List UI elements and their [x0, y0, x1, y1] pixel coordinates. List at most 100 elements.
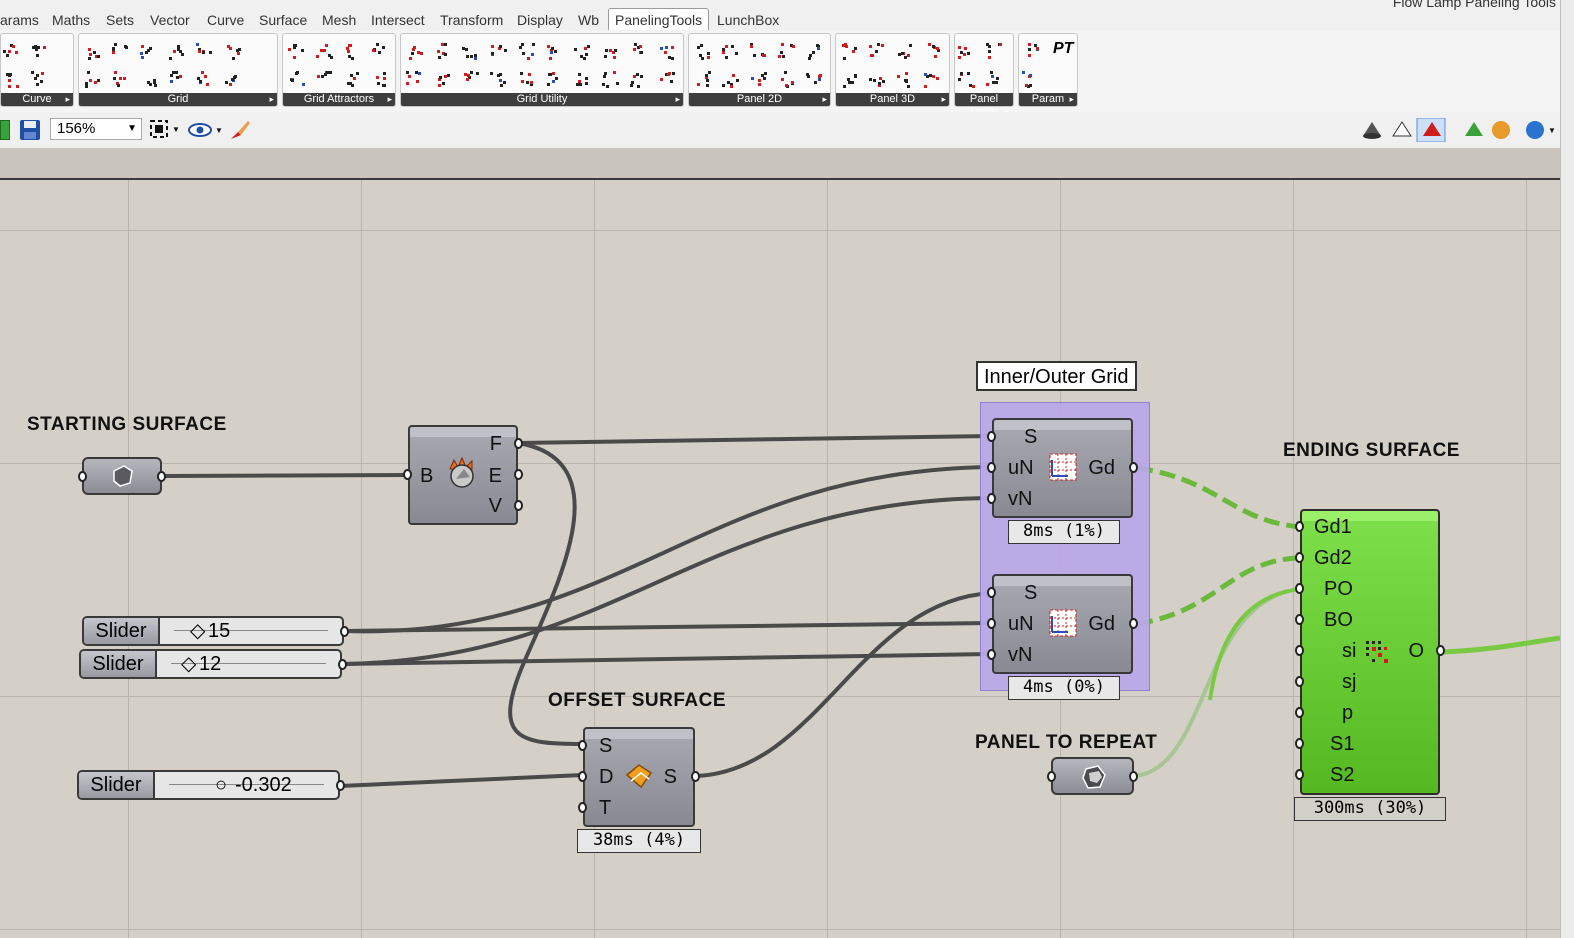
deconstruct-brep-node[interactable]: B F E V: [403, 425, 523, 525]
ribbon-tool-icon[interactable]: [658, 71, 676, 89]
number-slider-v[interactable]: Slider ◇ 12: [79, 649, 347, 679]
ribbon-tool-icon[interactable]: [778, 43, 796, 61]
slider-grip-icon[interactable]: ◇: [181, 651, 196, 677]
output-port[interactable]: [340, 626, 349, 637]
ribbon-tool-icon[interactable]: [778, 71, 796, 89]
tab-sets[interactable]: Sets: [106, 12, 134, 28]
ribbon-tool-icon[interactable]: [344, 43, 362, 61]
save-icon[interactable]: [18, 118, 42, 142]
group-label[interactable]: Panel 3D: [836, 93, 949, 106]
ribbon-tool-icon[interactable]: [958, 43, 976, 61]
input-port[interactable]: [78, 471, 87, 482]
ribbon-tool-icon[interactable]: [2, 43, 20, 61]
tab-intersect[interactable]: Intersect: [371, 12, 425, 28]
ribbon-tool-icon[interactable]: [84, 43, 102, 61]
ribbon-tool-icon[interactable]: [630, 71, 648, 89]
output-port-gd[interactable]: [1129, 462, 1138, 473]
output-port[interactable]: [1129, 771, 1138, 782]
ribbon-tool-icon[interactable]: [288, 71, 306, 89]
preview-eye-icon[interactable]: ▼: [188, 120, 224, 140]
ribbon-tool-icon[interactable]: [1022, 43, 1040, 61]
output-port-o[interactable]: [1436, 645, 1445, 656]
ribbon-tool-icon[interactable]: [546, 71, 564, 89]
ribbon-tool-icon[interactable]: [112, 43, 130, 61]
ribbon-tool-icon[interactable]: [224, 71, 242, 89]
sketch-brush-icon[interactable]: [228, 118, 252, 142]
ribbon-tool-icon[interactable]: [434, 43, 452, 61]
ribbon-tool-icon[interactable]: [1022, 71, 1040, 89]
tab-curve[interactable]: Curve: [207, 12, 244, 28]
ribbon-tool-icon[interactable]: [958, 71, 976, 89]
ribbon-tool-icon[interactable]: [574, 71, 592, 89]
pt-icon[interactable]: PT: [1053, 40, 1073, 58]
input-port-gd2[interactable]: [1295, 552, 1304, 563]
tab-maths[interactable]: Maths: [52, 12, 90, 28]
input-port-vn[interactable]: [987, 493, 996, 504]
group-label[interactable]: Panel Utility: [955, 93, 1013, 119]
output-port-f[interactable]: [514, 438, 523, 449]
group-label[interactable]: Grid Utility: [401, 93, 683, 106]
brep-param-panel-to-repeat[interactable]: [1047, 757, 1138, 795]
input-port-s[interactable]: [578, 740, 587, 751]
ribbon-tool-icon[interactable]: [490, 43, 508, 61]
ribbon-tool-icon[interactable]: [168, 43, 186, 61]
ribbon-tool-icon[interactable]: [518, 71, 536, 89]
tab-panelingtools[interactable]: PanelingTools: [608, 8, 710, 31]
ribbon-tool-icon[interactable]: [140, 71, 158, 89]
ribbon-tool-icon[interactable]: [288, 43, 306, 61]
ribbon-tool-icon[interactable]: [868, 71, 886, 89]
ribbon-tool-icon[interactable]: [168, 71, 186, 89]
ribbon-tool-icon[interactable]: [406, 43, 424, 61]
input-port-s[interactable]: [987, 587, 996, 598]
ribbon-tool-icon[interactable]: [30, 71, 48, 89]
ribbon-tool-icon[interactable]: [750, 71, 768, 89]
ribbon-tool-icon[interactable]: [546, 43, 564, 61]
input-port-b[interactable]: [403, 469, 412, 480]
ribbon-tool-icon[interactable]: [112, 71, 130, 89]
group-label[interactable]: Curve: [1, 93, 73, 106]
output-port-e[interactable]: [514, 469, 523, 480]
input-port-vn[interactable]: [987, 649, 996, 660]
input-port-s2[interactable]: [1295, 769, 1304, 780]
ribbon-tool-icon[interactable]: [924, 43, 942, 61]
ribbon-tool-icon[interactable]: [372, 71, 390, 89]
group-label[interactable]: Panel 2D: [689, 93, 830, 106]
new-document-icon[interactable]: [0, 120, 10, 140]
input-port-un[interactable]: [987, 618, 996, 629]
output-port[interactable]: [336, 780, 345, 791]
ribbon-tool-icon[interactable]: [316, 71, 334, 89]
ribbon-tool-icon[interactable]: [924, 71, 942, 89]
ribbon-tool-icon[interactable]: [658, 43, 676, 61]
input-port-sj[interactable]: [1295, 676, 1304, 687]
ribbon-tool-icon[interactable]: [406, 71, 424, 89]
input-port[interactable]: [1047, 771, 1056, 782]
tab-transform[interactable]: Transform: [440, 12, 503, 28]
zoom-dropdown[interactable]: 156% ▼: [50, 118, 142, 140]
tab-display[interactable]: Display: [517, 12, 563, 28]
ribbon-tool-icon[interactable]: [434, 71, 452, 89]
ribbon-tool-icon[interactable]: [868, 43, 886, 61]
ribbon-tool-icon[interactable]: [806, 71, 824, 89]
morph-3d-panel-node[interactable]: Gd1 Gd2 PO BO si sj p S1 S2 O: [1295, 509, 1445, 795]
surface-param-starting[interactable]: [78, 457, 166, 495]
input-port-s1[interactable]: [1295, 738, 1304, 749]
input-port-bo[interactable]: [1295, 614, 1304, 625]
ribbon-tool-icon[interactable]: [140, 43, 158, 61]
output-port-gd[interactable]: [1129, 618, 1138, 629]
ribbon-tool-icon[interactable]: [722, 71, 740, 89]
tab-lunchbox[interactable]: LunchBox: [717, 12, 779, 28]
ribbon-tool-icon[interactable]: [518, 43, 536, 61]
input-port-si[interactable]: [1295, 645, 1304, 656]
ribbon-tool-icon[interactable]: [30, 43, 48, 61]
zoom-extents-icon[interactable]: ▼: [150, 120, 182, 140]
ribbon-tool-icon[interactable]: [490, 71, 508, 89]
ribbon-tool-icon[interactable]: [896, 43, 914, 61]
tab-surface[interactable]: Surface: [259, 12, 307, 28]
vertical-scrollbar[interactable]: [1560, 0, 1574, 938]
ribbon-tool-icon[interactable]: [196, 71, 214, 89]
output-port-v[interactable]: [514, 500, 523, 511]
ribbon-tool-icon[interactable]: [896, 71, 914, 89]
number-slider-u[interactable]: Slider ◇ 15: [82, 616, 349, 646]
ribbon-tool-icon[interactable]: [462, 43, 480, 61]
ribbon-tool-icon[interactable]: [462, 71, 480, 89]
